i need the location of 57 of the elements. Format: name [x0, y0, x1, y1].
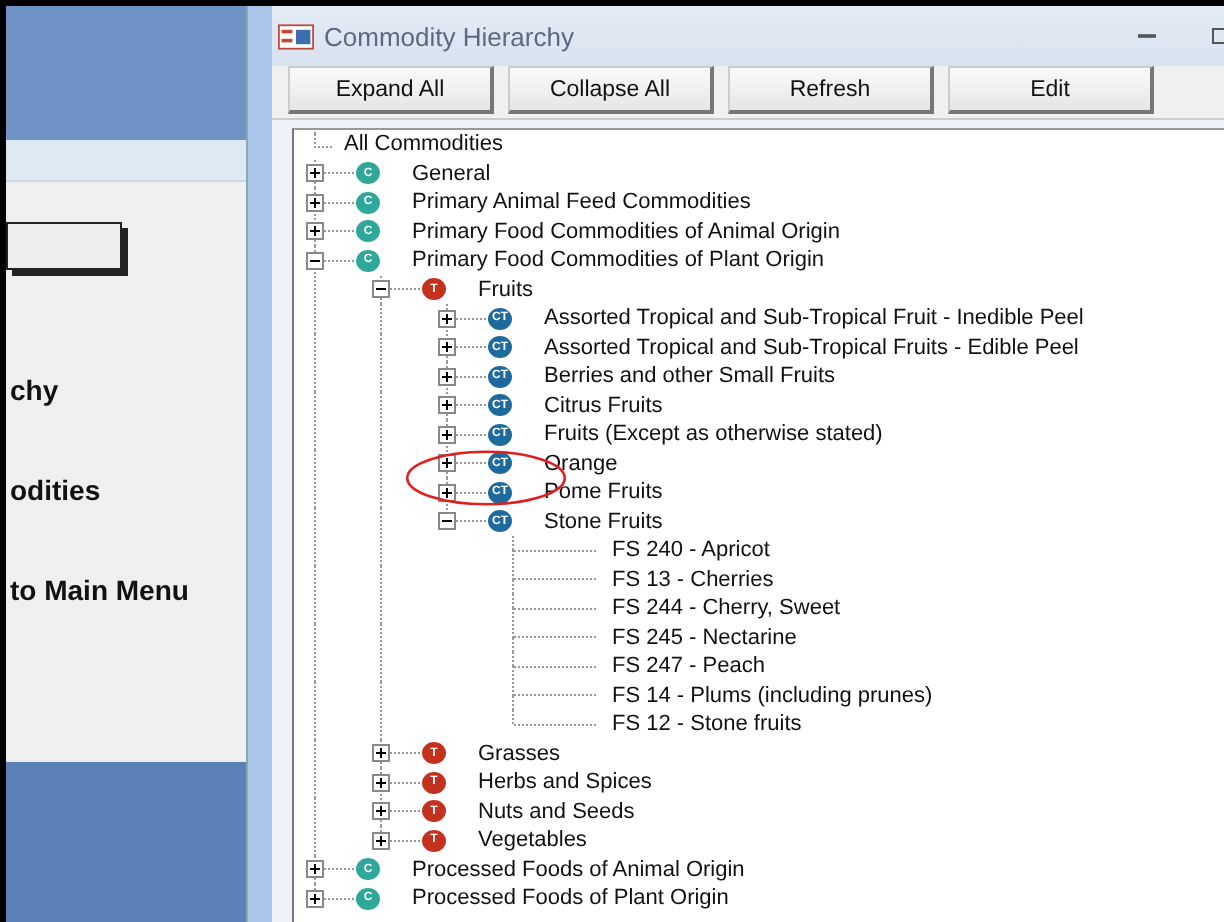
expand-icon[interactable] — [438, 454, 456, 473]
menu-link[interactable]: to Main Menu — [6, 574, 189, 606]
collapse-icon[interactable] — [306, 251, 324, 270]
tree-item[interactable]: Processed Foods of Animal Origin — [412, 857, 745, 882]
minimize-icon[interactable] — [1138, 32, 1156, 40]
tree-item[interactable]: General — [412, 161, 491, 186]
toolbar-button[interactable]: Refresh — [728, 66, 934, 114]
tree-item[interactable]: Assorted Tropical and Sub-Tropical Fruit - Inedible Peel — [544, 306, 1084, 331]
expand-icon[interactable] — [306, 889, 324, 908]
expand-icon[interactable] — [306, 164, 324, 183]
toolbar-button[interactable]: Edit — [948, 66, 1154, 114]
expand-icon[interactable] — [372, 831, 390, 850]
tree-item[interactable]: Primary Food Commodities of Plant Origin — [412, 248, 825, 273]
expand-icon[interactable] — [372, 802, 390, 821]
tree-item[interactable]: Assorted Tropical and Sub-Tropical Fruits - Edible Peel — [544, 335, 1079, 360]
expand-icon[interactable] — [372, 744, 390, 763]
tree-item[interactable]: FS 12 - Stone fruits — [612, 712, 802, 737]
menu-link[interactable]: odities — [6, 474, 101, 506]
collapse-icon[interactable] — [372, 280, 390, 299]
expand-icon[interactable] — [438, 425, 456, 444]
tree-item[interactable]: FS 244 - Cherry, Sweet — [612, 596, 841, 621]
tree-item[interactable]: Fruits (Except as otherwise stated) — [544, 422, 883, 447]
menu-button[interactable] — [6, 222, 122, 270]
expand-icon[interactable] — [306, 222, 324, 241]
tree-item[interactable]: Fruits — [478, 277, 533, 302]
tree-item[interactable]: FS 14 - Plums (including prunes) — [612, 683, 933, 708]
menu-link[interactable]: chy — [6, 374, 59, 406]
tree-item[interactable]: Herbs and Spices — [478, 770, 652, 795]
form-icon — [278, 23, 314, 49]
tree-item[interactable]: FS 240 - Apricot — [612, 538, 770, 563]
expand-icon[interactable] — [438, 396, 456, 415]
window-title: Commodity Hierarchy — [324, 21, 574, 51]
tree-item[interactable]: Vegetables — [478, 828, 587, 853]
toolbar-button[interactable]: Collapse All — [508, 66, 714, 114]
expand-icon[interactable] — [438, 367, 456, 386]
tree-item[interactable]: Processed Foods of Plant Origin — [412, 886, 729, 911]
tree-item[interactable]: Pome Fruits — [544, 480, 663, 505]
collapse-icon[interactable] — [438, 512, 456, 531]
expand-icon[interactable] — [306, 860, 324, 879]
tree-item[interactable]: FS 245 - Nectarine — [612, 625, 797, 650]
expand-icon[interactable] — [438, 309, 456, 328]
tree-item[interactable]: Berries and other Small Fruits — [544, 364, 835, 389]
toolbar-button[interactable]: Expand All — [288, 66, 494, 114]
restore-icon[interactable] — [1212, 28, 1224, 44]
tree-item[interactable]: Nuts and Seeds — [478, 799, 635, 824]
tree-item[interactable]: Grasses — [478, 741, 560, 766]
tree-item[interactable]: Stone Fruits — [544, 509, 663, 534]
expand-icon[interactable] — [306, 193, 324, 212]
tree-item[interactable]: FS 247 - Peach — [612, 654, 765, 679]
tree-item[interactable]: Citrus Fruits — [544, 393, 663, 418]
expand-icon[interactable] — [372, 773, 390, 792]
tree-item[interactable]: All Commodities — [344, 132, 503, 157]
tree-item[interactable]: FS 13 - Cherries — [612, 567, 774, 592]
tree-item[interactable]: Primary Food Commodities of Animal Origin — [412, 219, 840, 244]
expand-icon[interactable] — [438, 338, 456, 357]
expand-icon[interactable] — [438, 483, 456, 502]
tree-item[interactable]: Primary Animal Feed Commodities — [412, 190, 751, 215]
